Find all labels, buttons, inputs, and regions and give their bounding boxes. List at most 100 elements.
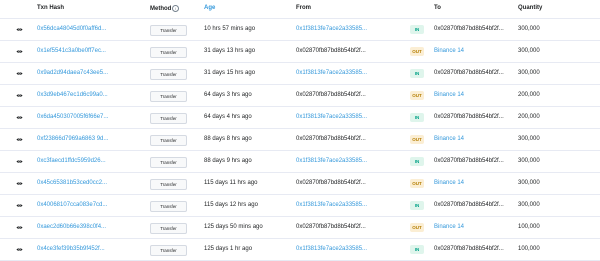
eye-icon[interactable] [16,203,23,208]
direction-badge: IN [410,25,424,34]
from-address[interactable]: 0x1f3813fe7ace2a33585... [296,70,367,76]
eye-icon[interactable] [16,27,23,32]
to-address[interactable]: Binance 14 [434,224,464,230]
table-row: 0x3d9eb467ec1d6c99a0... Transfer 64 days 3… [0,85,600,107]
to-address: 0x02870fb87bd8b54bf2f... [434,26,504,32]
txn-hash-link[interactable]: 0x4ce3fef39b35b9f452f... [37,246,105,252]
txn-hash-link[interactable]: 0x56dca48045d0f0aff6d... [37,26,106,32]
header-age-toggle[interactable]: Age [204,5,215,11]
table-row: 0x4ce3fef39b35b9f452f... Transfer 125 days… [0,239,600,261]
age-cell: 31 days 13 hrs ago [204,48,256,54]
header-method: Method i [150,5,180,13]
to-address: 0x02870fb87bd8b54bf2f... [434,246,504,252]
table-header: Txn Hash Method i Age From To Quantity [0,0,600,19]
table-row: 0xaec2d60b66e398c0f4... Transfer 125 days … [0,217,600,239]
table-row: 0x6da450307005f6f66e7... Transfer 64 days … [0,107,600,129]
table-row: 0xf23866d7969a6863 9d... Transfer 88 days … [0,129,600,151]
table-row: 0x9ad2d94daea7c43ee5... Transfer 31 days 1… [0,63,600,85]
eye-icon[interactable] [16,159,23,164]
quantity-cell: 300,000 [518,202,540,208]
from-address: 0x02870fb87bd8b54bf2f... [296,180,366,186]
header-txn-hash: Txn Hash [37,5,65,11]
age-cell: 88 days 8 hrs ago [204,136,252,142]
direction-badge: IN [410,201,424,210]
from-address[interactable]: 0x1f3813fe7ace2a33585... [296,246,367,252]
method-badge: Transfer [150,47,187,58]
age-cell: 64 days 3 hrs ago [204,92,252,98]
to-address: 0x02870fb87bd8b54bf2f... [434,158,504,164]
direction-badge: IN [410,113,424,122]
txn-hash-link[interactable]: 0xf23866d7969a6863 9d... [37,136,108,142]
quantity-cell: 200,000 [518,92,540,98]
eye-icon[interactable] [16,225,23,230]
age-cell: 115 days 12 hrs ago [204,202,258,208]
txn-hash-link[interactable]: 0xc3faecd1ffdc5959d26... [37,158,106,164]
quantity-cell: 300,000 [518,70,540,76]
txn-hash-link[interactable]: 0x1ef5541c3a0be0ff7ec... [37,48,106,54]
txn-hash-link[interactable]: 0x9ad2d94daea7c43ee5... [37,70,108,76]
age-cell: 115 days 11 hrs ago [204,180,258,186]
eye-icon[interactable] [16,93,23,98]
to-address[interactable]: Binance 14 [434,180,464,186]
table-row: 0x45c65381b53ced0cc2... Transfer 115 days … [0,173,600,195]
from-address: 0x02870fb87bd8b54bf2f... [296,92,366,98]
to-address: 0x02870fb87bd8b54bf2f... [434,114,504,120]
to-address[interactable]: Binance 14 [434,92,464,98]
table-row: 0x1ef5541c3a0be0ff7ec... Transfer 31 days … [0,41,600,63]
eye-icon[interactable] [16,181,23,186]
age-cell: 88 days 9 hrs ago [204,158,252,164]
header-method-label: Method [150,6,172,13]
method-badge: Transfer [150,25,187,36]
txn-hash-link[interactable]: 0x6da450307005f6f66e7... [37,114,108,120]
eye-icon[interactable] [16,137,23,142]
direction-badge: IN [410,69,424,78]
from-address[interactable]: 0x1f3813fe7ace2a33585... [296,26,367,32]
direction-badge: OUT [410,179,424,188]
quantity-cell: 100,000 [518,246,540,252]
eye-icon[interactable] [16,247,23,252]
method-badge: Transfer [150,201,187,212]
method-badge: Transfer [150,157,187,168]
txn-hash-link[interactable]: 0xaec2d60b66e398c0f4... [37,224,106,230]
table-body: 0x56dca48045d0f0aff6d... Transfer 10 hrs 5… [0,19,600,261]
from-address[interactable]: 0x1f3813fe7ace2a33585... [296,202,367,208]
header-quantity: Quantity [518,5,543,11]
direction-badge: IN [410,245,424,254]
method-badge: Transfer [150,113,187,124]
from-address[interactable]: 0x1f3813fe7ace2a33585... [296,158,367,164]
quantity-cell: 200,000 [518,114,540,120]
token-transfers-table: Txn Hash Method i Age From To Quantity 0x… [0,0,600,261]
header-from: From [296,5,311,11]
table-row: 0xc3faecd1ffdc5959d26... Transfer 88 days … [0,151,600,173]
txn-hash-link[interactable]: 0x45c65381b53ced0cc2... [37,180,107,186]
quantity-cell: 300,000 [518,136,540,142]
eye-icon[interactable] [16,115,23,120]
age-cell: 31 days 15 hrs ago [204,70,256,76]
to-address[interactable]: Binance 14 [434,48,464,54]
from-address: 0x02870fb87bd8b54bf2f... [296,136,366,142]
quantity-cell: 300,000 [518,26,540,32]
table-row: 0x56dca48045d0f0aff6d... Transfer 10 hrs 5… [0,19,600,41]
table-row: 0x40068107cca083e7cd... Transfer 115 days … [0,195,600,217]
direction-badge: OUT [410,223,424,232]
method-badge: Transfer [150,91,187,102]
age-cell: 125 days 50 mins ago [204,224,263,230]
age-cell: 125 days 1 hr ago [204,246,253,252]
txn-hash-link[interactable]: 0x40068107cca083e7cd... [37,202,107,208]
header-to: To [434,5,441,11]
quantity-cell: 300,000 [518,48,540,54]
quantity-cell: 300,000 [518,158,540,164]
from-address: 0x02870fb87bd8b54bf2f... [296,48,366,54]
info-icon[interactable]: i [172,5,180,12]
direction-badge: OUT [410,135,424,144]
to-address: 0x02870fb87bd8b54bf2f... [434,70,504,76]
to-address: 0x02870fb87bd8b54bf2f... [434,202,504,208]
from-address[interactable]: 0x1f3813fe7ace2a33585... [296,114,367,120]
method-badge: Transfer [150,223,187,234]
direction-badge: OUT [410,91,424,100]
direction-badge: OUT [410,47,424,56]
eye-icon[interactable] [16,49,23,54]
eye-icon[interactable] [16,71,23,76]
txn-hash-link[interactable]: 0x3d9eb467ec1d6c99a0... [37,92,108,98]
to-address[interactable]: Binance 14 [434,136,464,142]
